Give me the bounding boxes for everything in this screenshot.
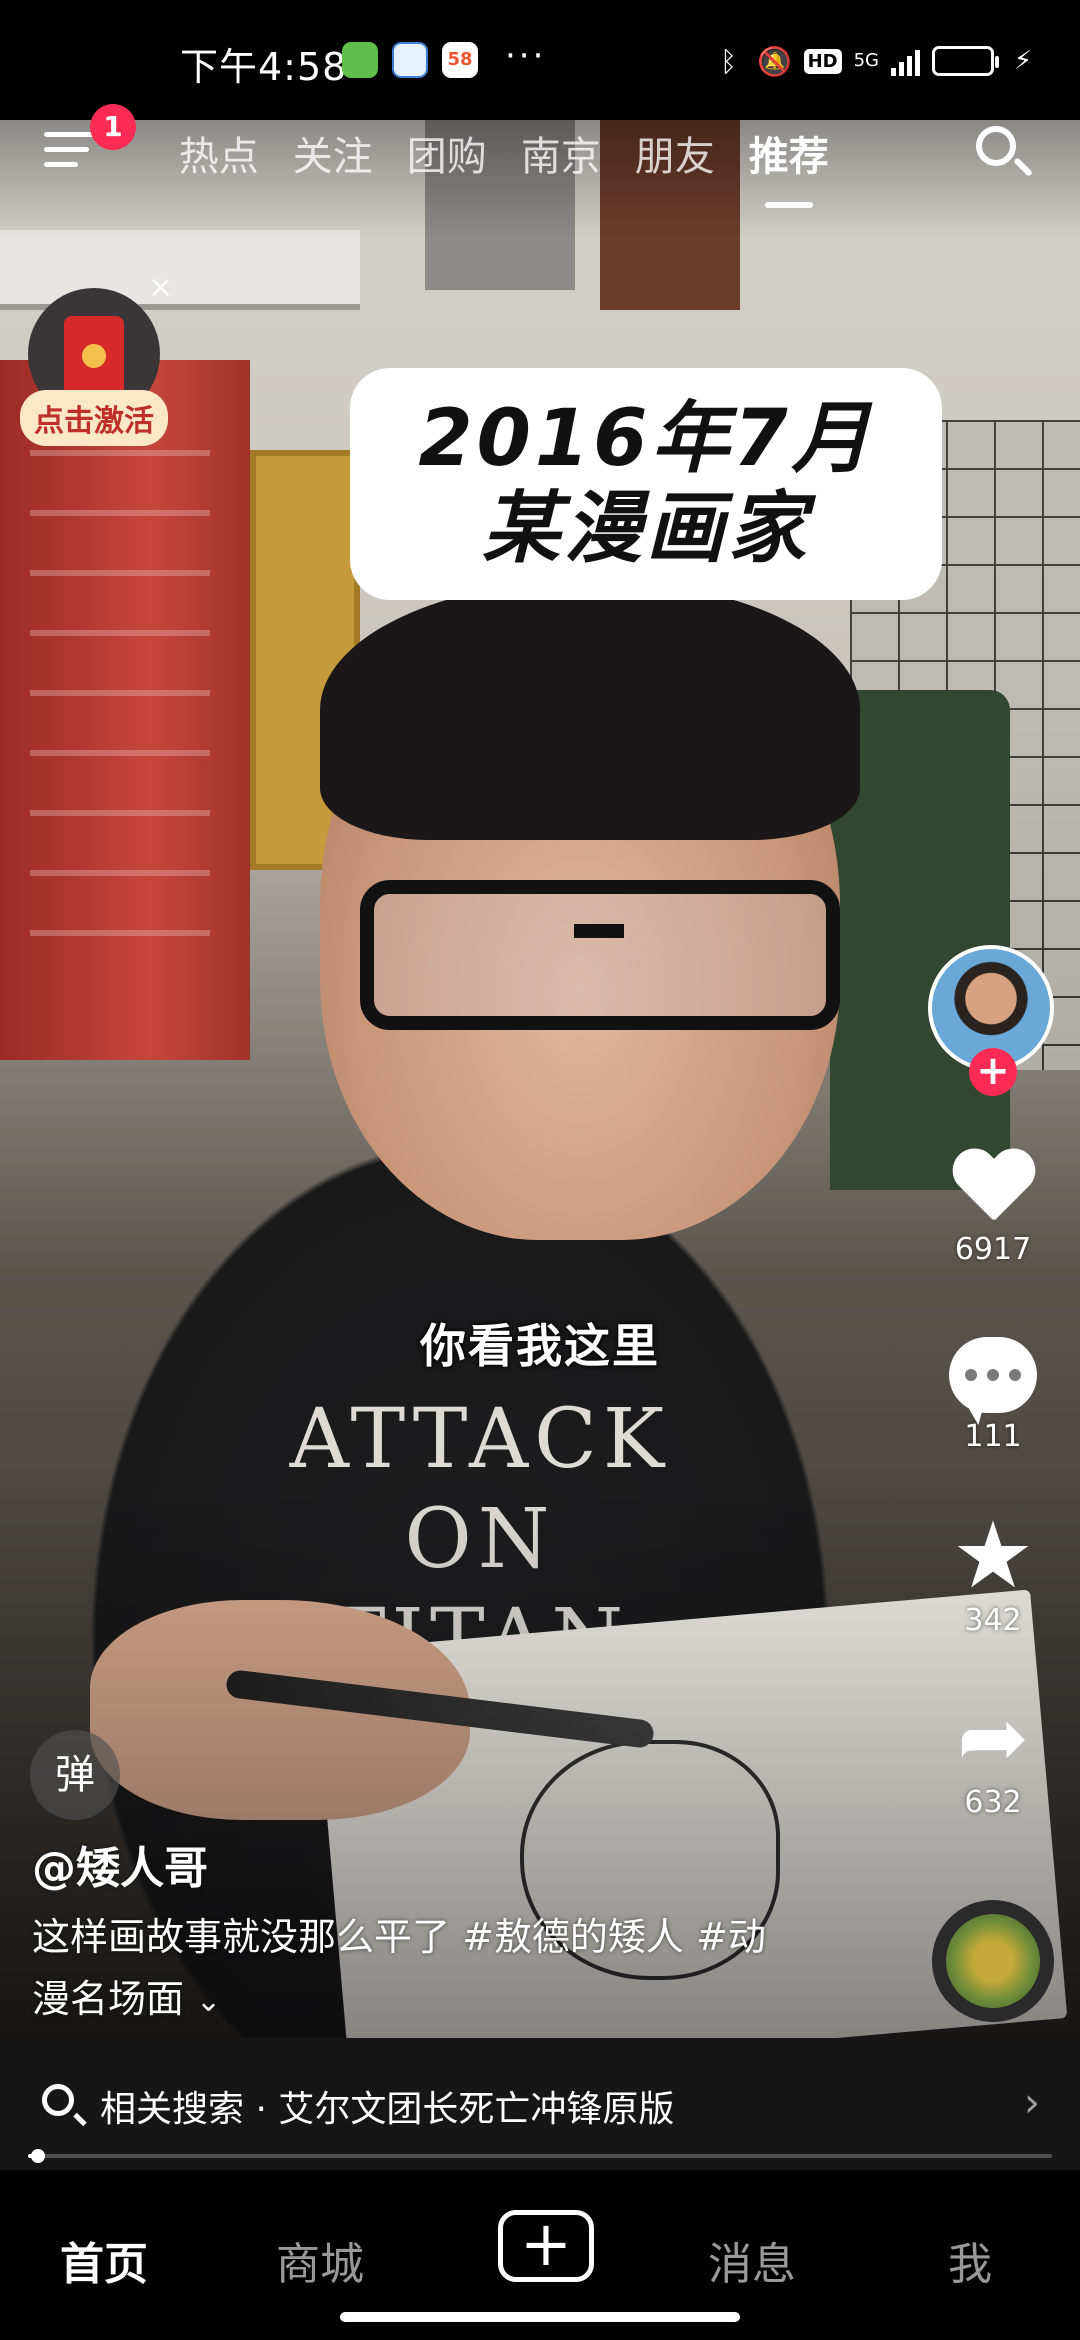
like-action[interactable]: 6917 — [928, 1150, 1058, 1267]
search-icon — [42, 2084, 74, 2116]
network-type: 5G — [853, 50, 879, 71]
wechat-green-icon — [342, 42, 378, 78]
related-search-bar[interactable]: 相关搜索 · 艾尔文团长死亡冲锋原版 › — [0, 2038, 1080, 2170]
close-icon[interactable]: × — [148, 270, 173, 305]
bluetooth-icon: ᛒ — [720, 44, 737, 78]
title-line-2: 某漫画家 — [481, 484, 810, 574]
status-bar: 下午4:58 58 ··· ᛒ 🔕 HD 5G 57 ⚡ — [0, 0, 1080, 120]
chevron-right-icon: › — [1024, 2080, 1040, 2126]
comment-count: 111 — [964, 1419, 1022, 1454]
hd-voice-icon: HD — [803, 48, 842, 74]
top-tabs: 热点 关注 团购 南京 朋友 推荐 — [128, 124, 846, 208]
title-line-1: 2016年7月 — [418, 394, 874, 484]
background-ac-unit — [0, 230, 360, 310]
home-indicator[interactable] — [340, 2312, 740, 2322]
video-title-card: 2016年7月 某漫画家 — [350, 368, 942, 600]
author-name[interactable]: @矮人哥 — [32, 1832, 208, 1896]
video-description[interactable]: 这样画故事就没那么平了 #敖德的矮人 #动 漫名场面 ⌄ — [32, 1906, 852, 2033]
charging-icon: ⚡ — [1013, 46, 1033, 76]
music-disc-icon[interactable] — [932, 1900, 1054, 2022]
create-button[interactable]: + — [498, 2210, 594, 2282]
red-envelope-icon — [64, 316, 124, 396]
description-line-2-wrap: 漫名场面 ⌄ — [32, 1968, 852, 2033]
share-action[interactable]: ➦ 632 — [928, 1695, 1058, 1820]
tab-me[interactable]: 我 — [948, 2228, 992, 2292]
heart-icon[interactable] — [951, 1150, 1035, 1226]
tab-following[interactable]: 关注 — [276, 124, 390, 182]
battery-icon: 57 — [932, 46, 999, 76]
bottom-tab-bar: 首页 商城 + 消息 我 — [0, 2170, 1080, 2340]
follow-button[interactable]: + — [969, 1048, 1017, 1096]
58-app-icon: 58 — [442, 42, 478, 78]
tab-recommended[interactable]: 推荐 — [732, 124, 846, 208]
baidu-netdisk-icon — [392, 42, 428, 78]
description-line-1: 这样画故事就没那么平了 #敖德的矮人 #动 — [32, 1915, 766, 1959]
star-icon[interactable]: ★ — [928, 1510, 1058, 1602]
comment-icon[interactable] — [949, 1337, 1037, 1413]
description-line-2: 漫名场面 — [32, 1977, 185, 2021]
background-poster-detail — [30, 450, 210, 970]
danmaku-button[interactable]: 弹 — [30, 1730, 120, 1820]
tab-group-buy[interactable]: 团购 — [390, 124, 504, 182]
comment-action[interactable]: 111 — [928, 1337, 1058, 1454]
like-count: 6917 — [954, 1232, 1032, 1267]
tab-hot[interactable]: 热点 — [162, 124, 276, 182]
tab-messages[interactable]: 消息 — [708, 2228, 796, 2292]
more-notifications-icon: ··· — [505, 36, 547, 76]
favorite-action[interactable]: ★ 342 — [928, 1510, 1058, 1639]
video-person-glasses — [360, 880, 840, 1030]
expand-chevron-icon[interactable]: ⌄ — [196, 1971, 221, 2033]
favorite-count: 342 — [964, 1603, 1022, 1638]
search-icon[interactable] — [972, 122, 1033, 182]
related-search-text: 相关搜索 · 艾尔文团长死亡冲锋原版 — [100, 2089, 675, 2130]
tab-home[interactable]: 首页 — [60, 2228, 148, 2292]
tab-partial[interactable] — [128, 124, 162, 182]
red-packet-label[interactable]: 点击激活 — [20, 390, 168, 446]
menu-icon[interactable] — [44, 132, 100, 188]
status-time: 下午4:58 — [180, 45, 348, 89]
share-arrow-icon[interactable]: ➦ — [928, 1695, 1058, 1781]
battery-percent: 57 — [949, 49, 977, 73]
signal-strength-icon — [891, 46, 920, 76]
tab-mall[interactable]: 商城 — [276, 2228, 364, 2292]
tab-nanjing[interactable]: 南京 — [504, 124, 618, 182]
video-progress-bar[interactable] — [28, 2149, 1052, 2163]
share-count: 632 — [964, 1785, 1022, 1820]
video-person-hair — [320, 580, 860, 840]
status-indicators: ᛒ 🔕 HD 5G 57 ⚡ — [712, 38, 1040, 84]
tab-friends[interactable]: 朋友 — [618, 124, 732, 182]
video-subtitle: 你看我这里 — [420, 1319, 660, 1373]
mute-bell-icon: 🔕 — [757, 44, 793, 78]
